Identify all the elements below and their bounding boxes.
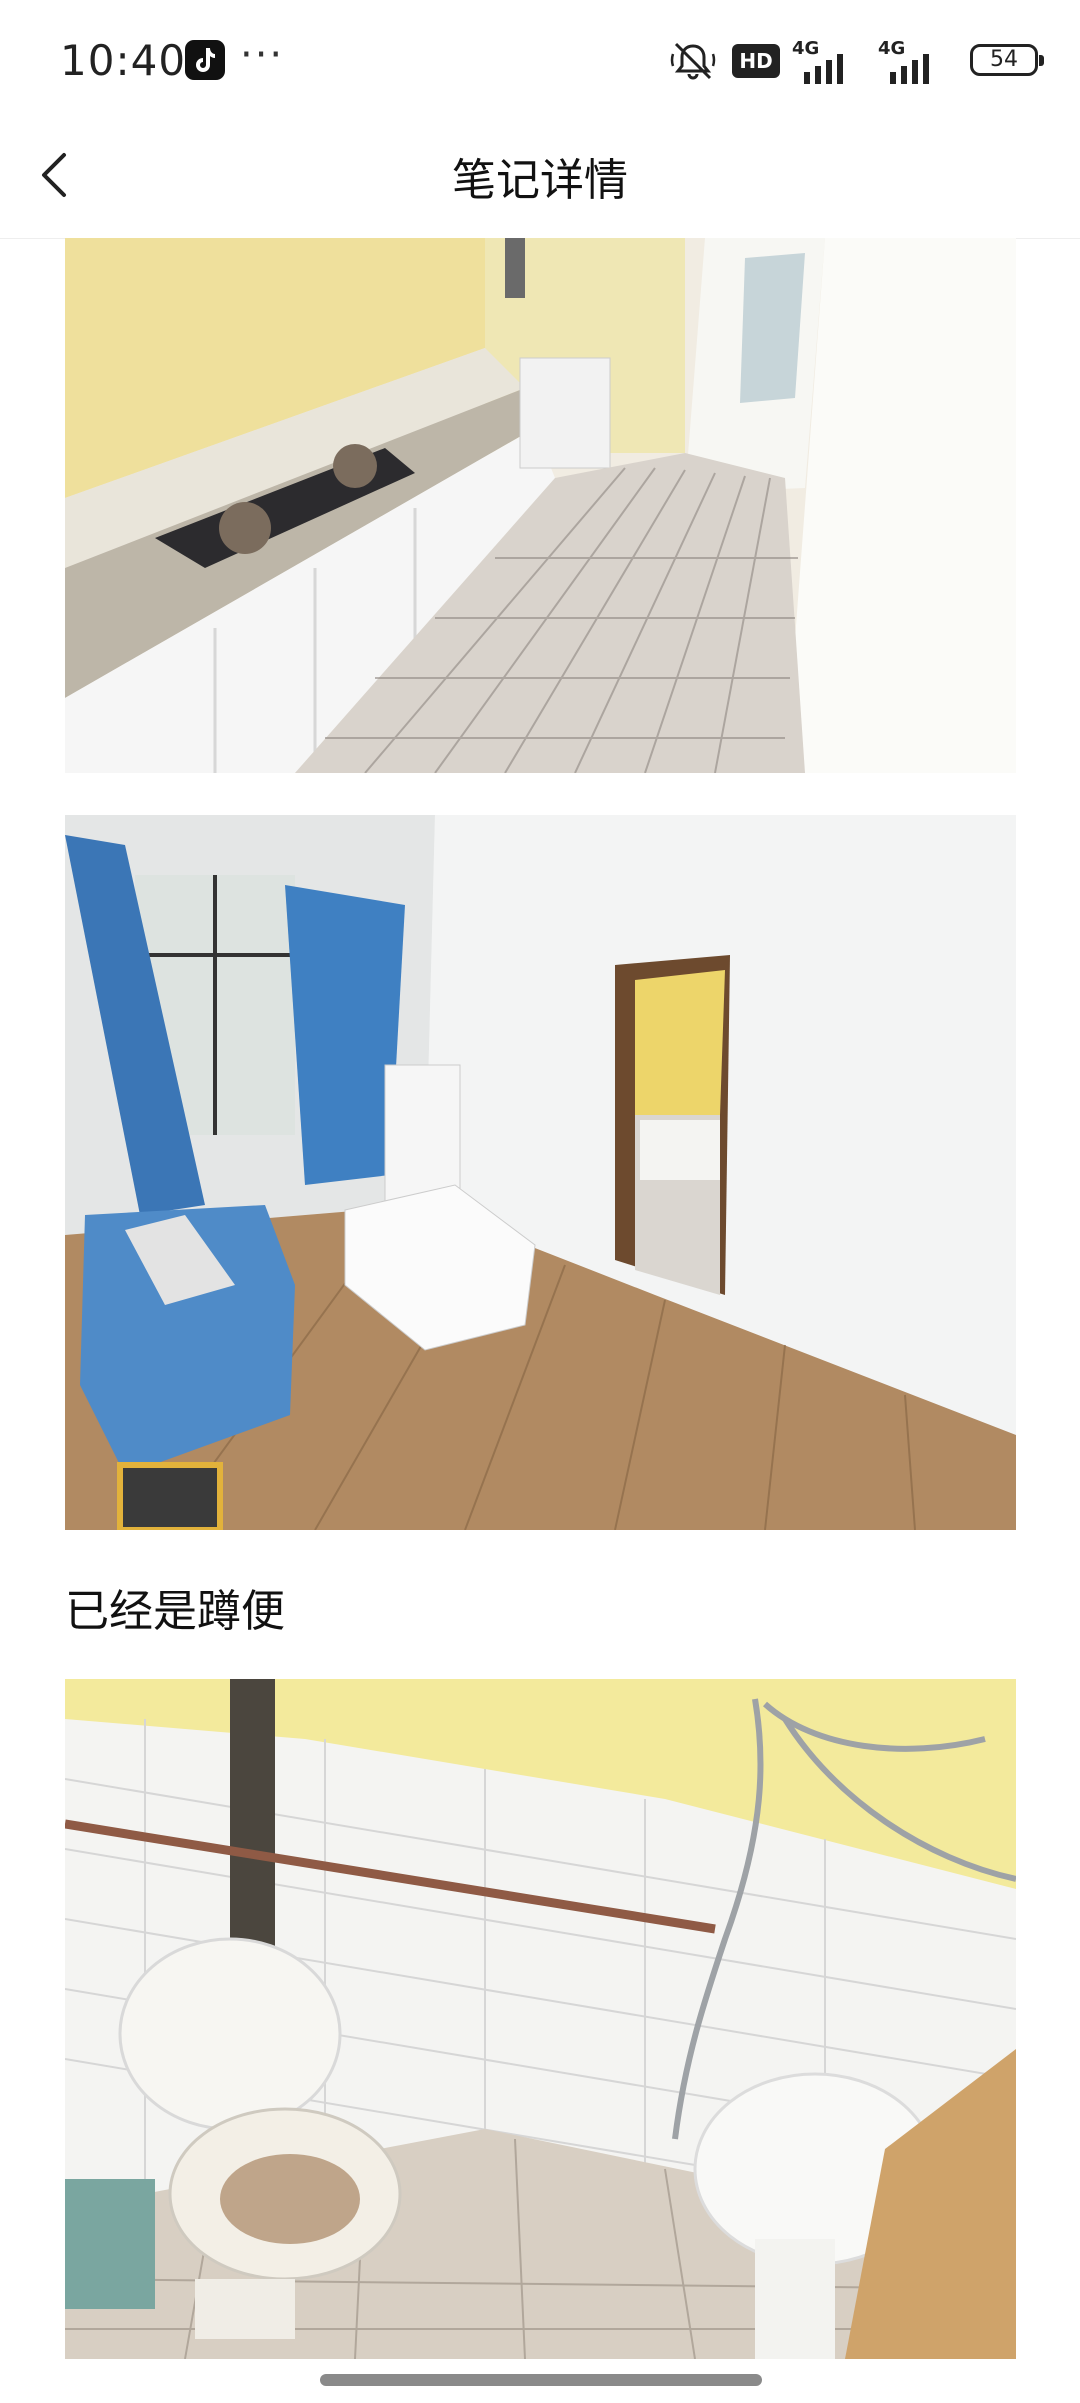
bathroom-photo[interactable] <box>65 1679 1016 2359</box>
more-notifications-icon: ··· <box>240 32 285 78</box>
battery-icon: 54 <box>970 44 1044 76</box>
tiktok-notification-icon <box>185 40 225 80</box>
status-icons: HD 4G 4G 54 <box>640 0 1080 120</box>
nav-header: 笔记详情 <box>0 120 1080 239</box>
kitchen-photo[interactable] <box>65 238 1016 773</box>
status-time: 10:40 <box>60 36 187 85</box>
living-room-photo[interactable] <box>65 815 1016 1530</box>
hd-voice-icon: HD <box>732 44 780 78</box>
home-indicator[interactable] <box>320 2374 762 2386</box>
note-caption: 已经是蹲便 <box>65 1586 285 1637</box>
page-title: 笔记详情 <box>452 155 628 206</box>
mute-icon <box>670 38 716 88</box>
status-bar: 10:40 ··· HD 4G 4G 54 <box>0 0 1080 120</box>
